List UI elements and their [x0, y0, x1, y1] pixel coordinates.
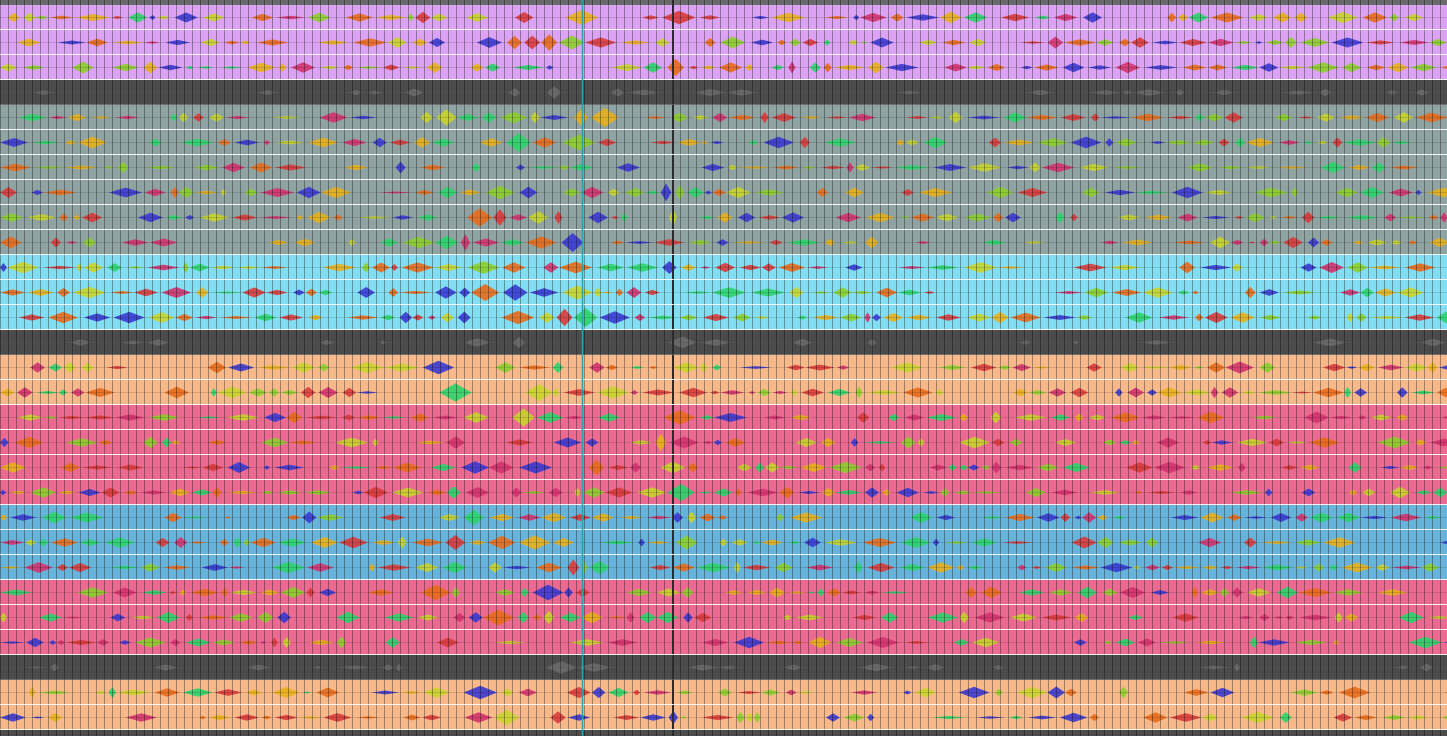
arrangement-view[interactable] — [0, 0, 1447, 736]
ruler-strip[interactable] — [0, 0, 1447, 5]
arrangement-canvas[interactable] — [0, 0, 1447, 736]
track-lane[interactable] — [0, 730, 1447, 736]
beat-grid — [0, 0, 1441, 736]
